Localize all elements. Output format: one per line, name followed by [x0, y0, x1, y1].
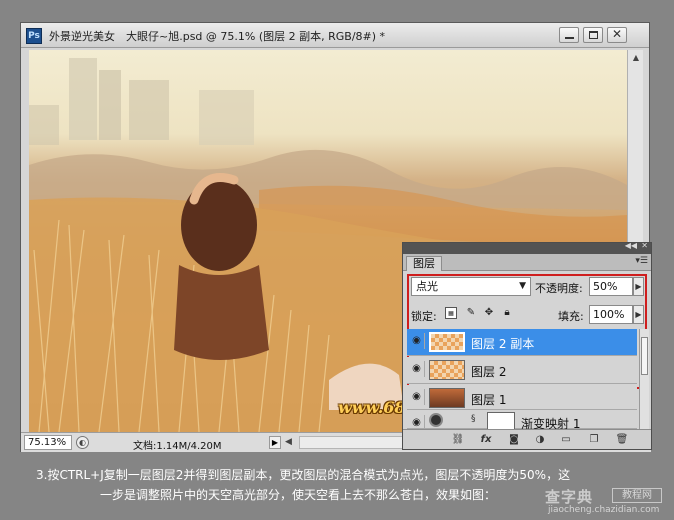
fill-label: 填充:: [558, 310, 584, 323]
horizontal-scrollbar[interactable]: [299, 436, 417, 449]
collapse-panel-icon[interactable]: ◀◀: [625, 243, 637, 250]
trash-icon[interactable]: 🗑︎: [615, 433, 629, 447]
lock-position-move-icon[interactable]: ✥: [483, 307, 495, 319]
layer-name: 图层 2 副本: [471, 337, 535, 351]
maximize-icon: [589, 31, 598, 39]
minimize-button[interactable]: [559, 27, 579, 43]
fill-field[interactable]: 100%: [589, 305, 633, 324]
layer-row[interactable]: ◉ 图层 2: [407, 357, 637, 384]
fx-icon[interactable]: fx: [479, 433, 493, 447]
blend-mode-value: 点光: [416, 280, 438, 293]
adjustment-icon[interactable]: ◑: [533, 433, 547, 447]
new-layer-icon[interactable]: ❐: [587, 433, 601, 447]
mask-icon[interactable]: ◙: [507, 433, 521, 447]
caption-line-1: 3.按CTRL+J复制一层图层2并得到图层副本，更改图层的混合模式为点光，图层不…: [36, 468, 571, 482]
close-icon: ✕: [611, 27, 623, 41]
scrollbar-thumb[interactable]: [641, 337, 648, 375]
lock-paint-brush-icon[interactable]: ✎: [465, 307, 477, 319]
layer-row[interactable]: ◉ 图层 1: [407, 385, 637, 410]
caption-line-2: 一步是调整照片中的天空高光部分，使天空看上去不那么苍白，效果如图：: [100, 488, 497, 502]
visibility-eye-icon[interactable]: ◉: [409, 361, 425, 377]
layer-name: 图层 1: [471, 393, 507, 407]
lock-all-padlock-icon[interactable]: 🔒︎: [501, 307, 513, 319]
fill-slider-arrow-icon[interactable]: ▶: [633, 305, 644, 324]
panel-top-bar[interactable]: ◀◀ ✕: [403, 243, 651, 254]
layer-row[interactable]: ◉ 图层 2 副本: [407, 329, 637, 356]
maximize-button[interactable]: [583, 27, 603, 43]
site-url: jiaocheng.chazidian.com: [548, 505, 660, 515]
layers-panel: ◀◀ ✕ 图层 ▾☰ 点光 ▼ 不透明度: 50% ▶ 锁定: ▦ ✎ ✥ 🔒︎…: [402, 242, 652, 450]
layer-row[interactable]: ◉ § 渐变映射 1: [407, 411, 637, 431]
close-panel-icon[interactable]: ✕: [641, 243, 648, 250]
layer-mask-thumbnail: [487, 412, 515, 430]
close-button[interactable]: ✕: [607, 27, 627, 43]
visibility-eye-icon[interactable]: ◉: [409, 389, 425, 405]
window-title: 外景逆光美女 大眼仔~旭.psd @ 75.1% (图层 2 副本, RGB/8…: [49, 30, 386, 43]
layer-thumbnail: [429, 388, 465, 408]
status-info-icon[interactable]: ◐: [76, 436, 89, 449]
panel-tab-bar: 图层 ▾☰: [403, 254, 651, 271]
lock-label: 锁定:: [411, 310, 437, 323]
tab-layers[interactable]: 图层: [406, 256, 442, 271]
blend-mode-select[interactable]: 点光 ▼: [411, 277, 531, 296]
layer-name: 图层 2: [471, 365, 507, 379]
layer-thumbnail: [429, 360, 465, 380]
document-size-label: 文档:1.14M/4.20M: [133, 441, 222, 452]
photoshop-logo-icon: Ps: [26, 28, 42, 44]
chevron-down-icon: ▼: [519, 281, 526, 291]
opacity-field[interactable]: 50%: [589, 277, 633, 296]
chain-link-icon[interactable]: §: [471, 414, 476, 424]
minimize-icon: [565, 37, 574, 39]
opacity-label: 不透明度:: [535, 282, 583, 295]
link-icon[interactable]: ⛓: [451, 433, 465, 447]
layer-thumbnail: [429, 332, 465, 352]
group-icon[interactable]: ▭: [559, 433, 573, 447]
visibility-eye-icon[interactable]: ◉: [409, 333, 425, 349]
panel-menu-icon[interactable]: ▾☰: [635, 256, 648, 266]
opacity-slider-arrow-icon[interactable]: ▶: [633, 277, 644, 296]
layers-panel-footer: ⛓ fx ◙ ◑ ▭ ❐ 🗑︎: [403, 429, 651, 449]
scroll-up-icon[interactable]: ▲: [630, 52, 642, 64]
zoom-level-field[interactable]: 75.13%: [24, 435, 72, 450]
lock-transparency-icon[interactable]: ▦: [445, 307, 457, 319]
layers-scrollbar[interactable]: [639, 329, 649, 429]
title-bar[interactable]: Ps 外景逆光美女 大眼仔~旭.psd @ 75.1% (图层 2 副本, RG…: [21, 23, 649, 48]
status-menu-arrow-icon[interactable]: ▶: [269, 436, 281, 449]
site-logo: 查字典: [545, 488, 594, 506]
scroll-left-icon[interactable]: ◀: [285, 437, 292, 447]
site-logo-tag: 教程网: [612, 488, 662, 503]
adjustment-layer-icon: [429, 413, 443, 427]
